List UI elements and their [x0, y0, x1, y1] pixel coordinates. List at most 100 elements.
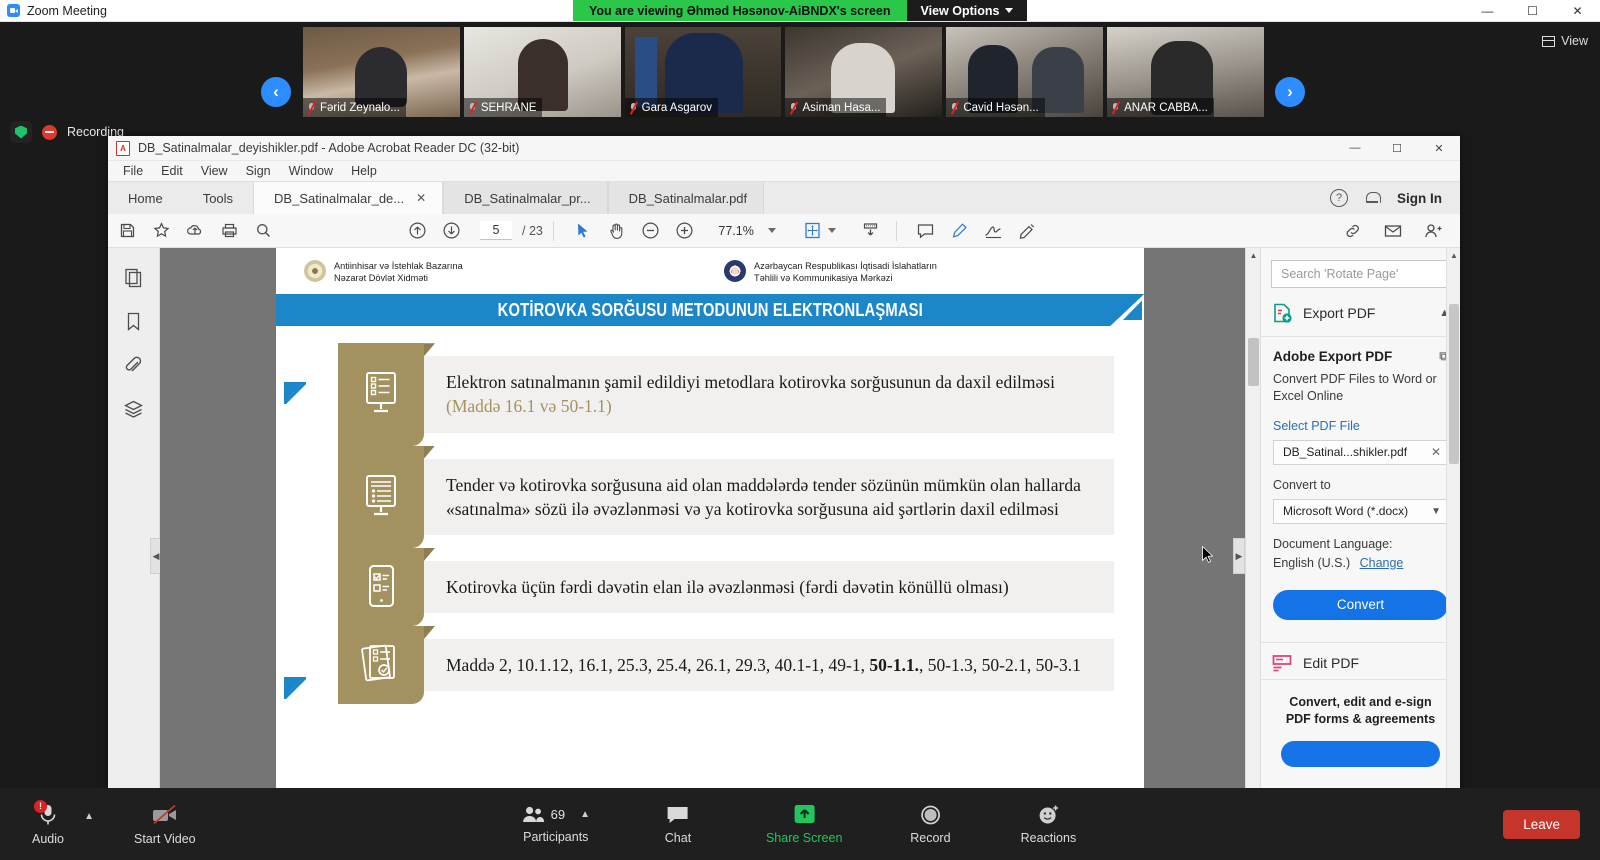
- slide-title: KOTİROVKA SORĞUSU METODUNUN ELEKTRONLAŞM…: [497, 300, 922, 321]
- clear-file-icon[interactable]: ✕: [1431, 445, 1441, 459]
- convert-button[interactable]: Convert: [1273, 590, 1448, 620]
- layers-icon[interactable]: [119, 394, 149, 424]
- share-link-icon[interactable]: [1338, 216, 1368, 246]
- share-screen-button[interactable]: Share Screen: [766, 804, 842, 845]
- flag-decor: [635, 37, 657, 107]
- chat-button[interactable]: Chat: [648, 804, 708, 845]
- highlight-icon[interactable]: [945, 216, 975, 246]
- zoom-dropdown-icon[interactable]: [768, 228, 776, 233]
- edit-pdf-icon: [1271, 653, 1293, 673]
- scrollbar-thumb[interactable]: [1449, 304, 1459, 464]
- fit-dropdown-icon[interactable]: [828, 228, 836, 233]
- view-options-button[interactable]: View Options: [907, 0, 1028, 21]
- sign-in-button[interactable]: Sign In: [1397, 191, 1442, 206]
- menu-edit[interactable]: Edit: [152, 161, 192, 182]
- cloud-upload-icon[interactable]: [180, 216, 210, 246]
- pdf-document-viewport[interactable]: Antiinhisar və İstehlak Bazarına Nəzarət…: [160, 248, 1260, 808]
- record-button[interactable]: Record: [900, 804, 960, 845]
- zoom-level-value[interactable]: 77.1%: [710, 224, 754, 238]
- start-video-button[interactable]: Start Video: [134, 803, 196, 846]
- hand-tool-icon[interactable]: [602, 216, 632, 246]
- notification-bell-icon[interactable]: [1366, 191, 1379, 205]
- email-icon[interactable]: [1378, 216, 1408, 246]
- star-icon[interactable]: [146, 216, 176, 246]
- record-label: Record: [910, 831, 950, 845]
- participant-tile[interactable]: Gara Asgarov: [625, 27, 782, 117]
- bookmarks-icon[interactable]: [119, 306, 149, 336]
- tab-tools[interactable]: Tools: [183, 182, 253, 214]
- comment-icon[interactable]: [911, 216, 941, 246]
- export-pdf-section-header[interactable]: Export PDF ▲: [1261, 288, 1460, 337]
- select-pdf-file-label[interactable]: Select PDF File: [1273, 419, 1448, 433]
- share-screen-label: Share Screen: [766, 831, 842, 845]
- fill-and-sign-icon[interactable]: [1013, 216, 1043, 246]
- menu-help[interactable]: Help: [342, 161, 386, 182]
- recording-stop-icon[interactable]: [42, 125, 57, 140]
- scrollbar-thumb[interactable]: [1248, 338, 1259, 386]
- collapse-pane-button[interactable]: ▶: [1233, 538, 1245, 574]
- sign-icon[interactable]: [979, 216, 1009, 246]
- next-page-icon[interactable]: [436, 216, 466, 246]
- close-icon[interactable]: ✕: [416, 191, 426, 205]
- menu-file[interactable]: File: [114, 161, 152, 182]
- save-icon[interactable]: [112, 216, 142, 246]
- acrobat-close-icon[interactable]: ✕: [1418, 136, 1460, 161]
- participant-tile[interactable]: ANAR CABBA...: [1107, 27, 1264, 117]
- audio-button[interactable]: ! Audio ▲: [18, 803, 78, 846]
- participant-tile[interactable]: Cavid Həsən...: [946, 27, 1103, 117]
- view-options-label: View Options: [921, 4, 1000, 18]
- menu-window[interactable]: Window: [280, 161, 342, 182]
- menu-view[interactable]: View: [192, 161, 237, 182]
- attachments-icon[interactable]: [119, 350, 149, 380]
- convert-to-select[interactable]: Microsoft Word (*.docx) ▼: [1273, 499, 1448, 524]
- filmstrip-prev-button[interactable]: ‹: [261, 77, 291, 107]
- scroll-up-icon[interactable]: ▲: [1447, 248, 1460, 262]
- participant-tile[interactable]: Asiman Hasa...: [785, 27, 942, 117]
- participants-button[interactable]: 69 ▲ Participants: [522, 805, 590, 844]
- maximize-icon[interactable]: ☐: [1510, 0, 1555, 22]
- security-shield-icon[interactable]: [10, 121, 32, 143]
- filmstrip-next-button[interactable]: ›: [1275, 77, 1305, 107]
- participants-chevron-icon[interactable]: ▲: [580, 809, 590, 820]
- edit-pdf-section-header[interactable]: Edit PDF: [1261, 643, 1460, 680]
- tab-document-2[interactable]: DB_Satinalmalar_pr...: [443, 182, 607, 214]
- tools-search-input[interactable]: Search 'Rotate Page': [1271, 260, 1450, 288]
- print-icon[interactable]: [214, 216, 244, 246]
- fit-page-icon[interactable]: [798, 216, 828, 246]
- leave-button[interactable]: Leave: [1503, 810, 1580, 839]
- help-icon[interactable]: ?: [1330, 189, 1348, 207]
- page-number-input[interactable]: 5: [480, 221, 512, 240]
- acrobat-minimize-icon[interactable]: —: [1334, 136, 1376, 161]
- participant-name: Fərid Zeynalo...: [320, 102, 400, 114]
- tab-home[interactable]: Home: [108, 182, 183, 214]
- tab-document-1[interactable]: DB_Satinalmalar_de... ✕: [253, 182, 443, 214]
- minimize-icon[interactable]: —: [1465, 0, 1510, 22]
- search-icon[interactable]: [248, 216, 278, 246]
- zoom-in-icon[interactable]: [670, 216, 700, 246]
- tab-document-3[interactable]: DB_Satinalmalar.pdf: [608, 182, 765, 214]
- participant-tile[interactable]: SEHRANE: [464, 27, 621, 117]
- zoom-controls-left: ! Audio ▲ Start Video: [0, 803, 196, 846]
- edit-pdf-cta-button[interactable]: [1281, 741, 1440, 767]
- page-thumbnails-icon[interactable]: [119, 262, 149, 292]
- menu-sign[interactable]: Sign: [237, 161, 280, 182]
- add-person-icon[interactable]: [1418, 216, 1448, 246]
- selected-pdf-file-field[interactable]: DB_Satinal...shikler.pdf ✕: [1273, 440, 1448, 465]
- acrobat-maximize-icon[interactable]: ☐: [1376, 136, 1418, 161]
- tools-pane-scrollbar[interactable]: ▲ ▼: [1446, 248, 1460, 808]
- change-language-link[interactable]: Change: [1360, 556, 1404, 570]
- previous-page-icon[interactable]: [402, 216, 432, 246]
- audio-options-chevron-icon[interactable]: ▲: [84, 811, 94, 822]
- participant-tile[interactable]: Fərid Zeynalo...: [303, 27, 460, 117]
- scroll-mode-icon[interactable]: [856, 216, 886, 246]
- item-text: Elektron satınalmanın şamil edildiyi met…: [446, 370, 1096, 418]
- zoom-out-icon[interactable]: [636, 216, 666, 246]
- select-tool-icon[interactable]: [568, 216, 598, 246]
- document-scrollbar[interactable]: ▲ ▼: [1245, 248, 1260, 808]
- item-text-gold: (Maddə 16.1 və 50-1.1): [446, 396, 612, 416]
- view-layout-button[interactable]: View: [1542, 34, 1588, 48]
- reactions-button[interactable]: Reactions: [1018, 804, 1078, 845]
- close-icon[interactable]: ✕: [1555, 0, 1600, 22]
- item-icon-badge: [338, 446, 424, 548]
- scroll-up-icon[interactable]: ▲: [1246, 248, 1260, 263]
